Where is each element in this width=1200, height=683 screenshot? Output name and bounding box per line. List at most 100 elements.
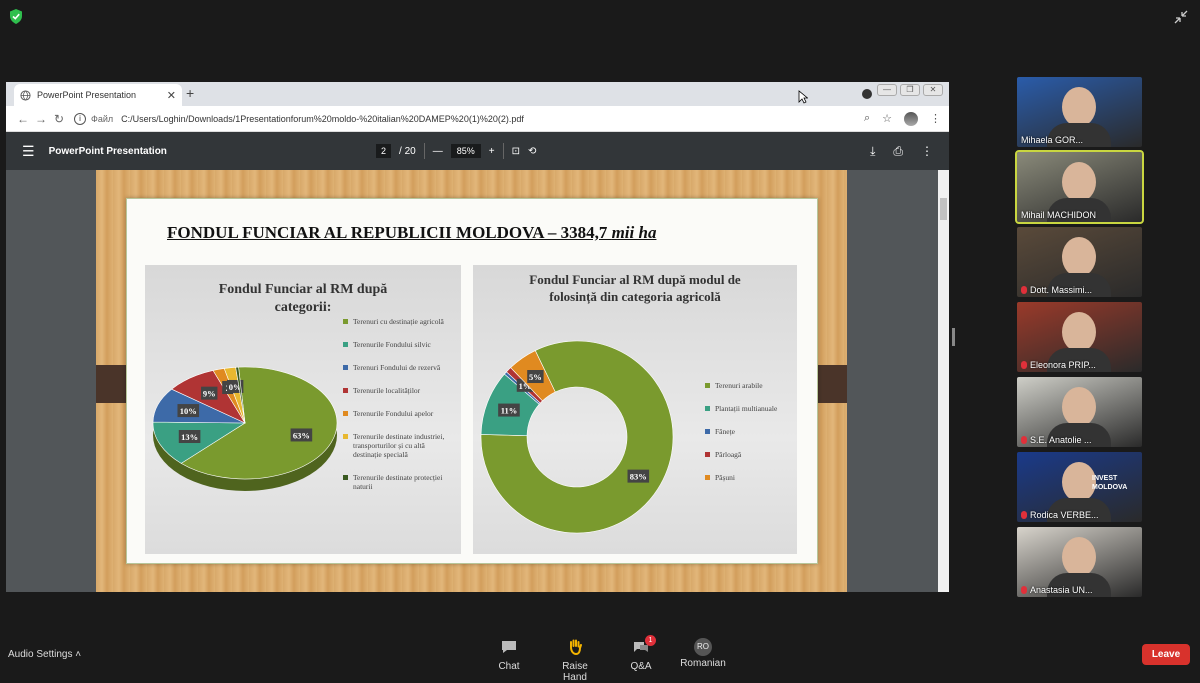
chat-icon	[502, 641, 516, 653]
download-icon[interactable]: ⤓	[870, 144, 875, 159]
legend-item: Fânețe	[705, 427, 795, 436]
legend-label: Terenuri arabile	[715, 381, 763, 390]
participant-name: Dott. Massimi...	[1021, 285, 1092, 295]
legend-swatch	[343, 411, 348, 416]
new-tab-button[interactable]: +	[186, 85, 194, 101]
participant-tile[interactable]: Mihail MACHIDON	[1015, 150, 1144, 224]
page-total: / 20	[399, 145, 416, 157]
minimize-window-icon[interactable]: —	[877, 84, 897, 96]
participant-tile[interactable]: Dott. Massimi...	[1017, 227, 1142, 297]
participant-tile[interactable]: Anastasia UN...	[1017, 527, 1142, 597]
chat-button[interactable]: Chat	[495, 638, 523, 672]
participant-name: Eleonora PRIP...	[1021, 360, 1096, 370]
legend-swatch	[343, 475, 348, 480]
slide-content: FONDUL FUNCIAR AL REPUBLICII MOLDOVA – 3…	[126, 198, 818, 564]
pdf-viewer[interactable]: FONDUL FUNCIAR AL REPUBLICII MOLDOVA – 3…	[6, 170, 949, 592]
legend-label: Terenurile Fondului apelor	[353, 409, 434, 418]
forward-arrow-icon[interactable]: →	[32, 112, 50, 126]
page-number-input[interactable]: 2	[376, 144, 392, 158]
muted-mic-icon	[1021, 511, 1027, 519]
legend-swatch	[705, 429, 710, 434]
chart-title: Fondul Funciar al RM după modul de folos…	[529, 272, 741, 304]
legend-label: Terenurile Fondului silvic	[353, 340, 431, 349]
browser-tab[interactable]: PowerPoint Presentation ✕	[14, 84, 182, 106]
participant-tile[interactable]: Mihaela GOR...	[1017, 77, 1142, 147]
muted-mic-icon	[1021, 586, 1027, 594]
profile-avatar[interactable]	[904, 111, 918, 126]
legend-swatch	[343, 342, 348, 347]
qa-badge: 1	[645, 635, 656, 646]
zoom-out-icon[interactable]: —	[433, 146, 443, 157]
raise-hand-button[interactable]: Raise Hand	[549, 638, 601, 683]
legend-swatch	[343, 434, 348, 439]
browser-menu-icon[interactable]: ⋮	[930, 112, 941, 125]
legend-item: Terenurile destinate protecției naturii	[343, 473, 455, 491]
tab-title: PowerPoint Presentation	[37, 90, 137, 100]
participant-name: S.E. Anatolie ...	[1021, 435, 1092, 445]
back-arrow-icon[interactable]: ←	[14, 112, 32, 126]
legend-label: Plantații multianuale	[715, 404, 778, 413]
exit-fullscreen-icon[interactable]	[1174, 10, 1188, 24]
reload-icon[interactable]: ↻	[50, 112, 68, 126]
meeting-controls: Chat Raise Hand 1 Q&A RO Romanian	[0, 635, 1200, 683]
legend-label: Pârloagă	[715, 450, 742, 459]
close-tab-icon[interactable]: ✕	[167, 89, 176, 102]
data-label: 11%	[501, 406, 518, 416]
legend-item: Terenuri cu destinație agricolă	[343, 317, 455, 326]
resize-handle[interactable]	[952, 328, 955, 346]
legend-item: Terenurile localităților	[343, 386, 455, 395]
participant-video	[1062, 387, 1096, 427]
zoom-level[interactable]: 85%	[450, 144, 481, 158]
menu-icon[interactable]: ☰	[22, 143, 35, 160]
zoom-in-icon[interactable]: +	[489, 146, 495, 157]
chart-legend: Terenuri cu destinație agricolă Terenuril…	[343, 317, 455, 505]
participant-tile[interactable]: Rodica VERBE... INVEST MOLDOVA	[1017, 452, 1142, 522]
tab-bar: PowerPoint Presentation ✕ + — ❐ ✕	[6, 82, 949, 106]
data-label: 5%	[529, 372, 542, 382]
fit-page-icon[interactable]: ⊡	[512, 146, 520, 157]
pdf-toolbar: ☰ PowerPoint Presentation 2 / 20 — 85% +…	[6, 132, 949, 170]
participant-tile[interactable]: Eleonora PRIP...	[1017, 302, 1142, 372]
leave-button[interactable]: Leave	[1142, 644, 1190, 665]
legend-swatch	[705, 383, 710, 388]
restore-window-icon[interactable]: ❐	[900, 84, 920, 96]
legend-item: Pârloagă	[705, 450, 795, 459]
more-options-icon[interactable]: ⋮	[921, 144, 933, 159]
url-field[interactable]: C:/Users/Loghin/Downloads/1Presentationf…	[121, 114, 864, 124]
scroll-thumb[interactable]	[940, 198, 947, 220]
donut-chart: 83%11%1%5%	[480, 340, 674, 534]
data-label: 9%	[203, 389, 216, 399]
vertical-scrollbar[interactable]	[938, 170, 949, 592]
chart-title: Fondul Funciar al RM după categorii:	[218, 282, 388, 315]
pie-chart: 63%13%10%9%20%	[152, 366, 338, 491]
chart-legend: Terenuri arabile Plantații multianuale Fân…	[705, 381, 795, 496]
participant-name: Mihail MACHIDON	[1021, 210, 1097, 220]
legend-label: Terenuri cu destinație agricolă	[353, 317, 444, 326]
legend-label: Fânețe	[715, 427, 735, 436]
info-icon[interactable]: i	[74, 112, 86, 125]
legend-swatch	[343, 319, 348, 324]
participant-tile[interactable]: S.E. Anatolie ...	[1017, 377, 1142, 447]
legend-item: Terenurile Fondului apelor	[343, 409, 455, 418]
participant-name: Anastasia UN...	[1021, 585, 1093, 595]
legend-item: Terenuri Fondului de rezervă	[343, 363, 455, 372]
data-label: 63%	[293, 430, 310, 440]
legend-swatch	[705, 475, 710, 480]
legend-item: Terenurile destinate industriei, transpo…	[343, 432, 455, 459]
chart-panel-agricultural: Fondul Funciar al RM după modul de folos…	[473, 265, 797, 554]
bookmark-star-icon[interactable]: ☆	[882, 112, 892, 125]
legend-swatch	[343, 365, 348, 370]
qa-button[interactable]: 1 Q&A	[629, 635, 656, 672]
divider	[502, 143, 504, 159]
rotate-icon[interactable]: ⟲	[528, 146, 536, 157]
legend-label: Terenurile localităților	[353, 386, 421, 395]
print-icon[interactable]: ⎙	[893, 144, 903, 159]
mouse-cursor-icon	[798, 90, 808, 104]
data-label: 83%	[630, 472, 647, 482]
invest-moldova-logo: INVEST MOLDOVA	[1092, 475, 1128, 491]
legend-swatch	[343, 388, 348, 393]
tab-search-icon[interactable]	[862, 89, 872, 99]
close-window-icon[interactable]: ✕	[923, 84, 943, 96]
language-button[interactable]: RO Romanian	[678, 638, 728, 669]
zoom-icon[interactable]: ⌕	[864, 112, 870, 125]
